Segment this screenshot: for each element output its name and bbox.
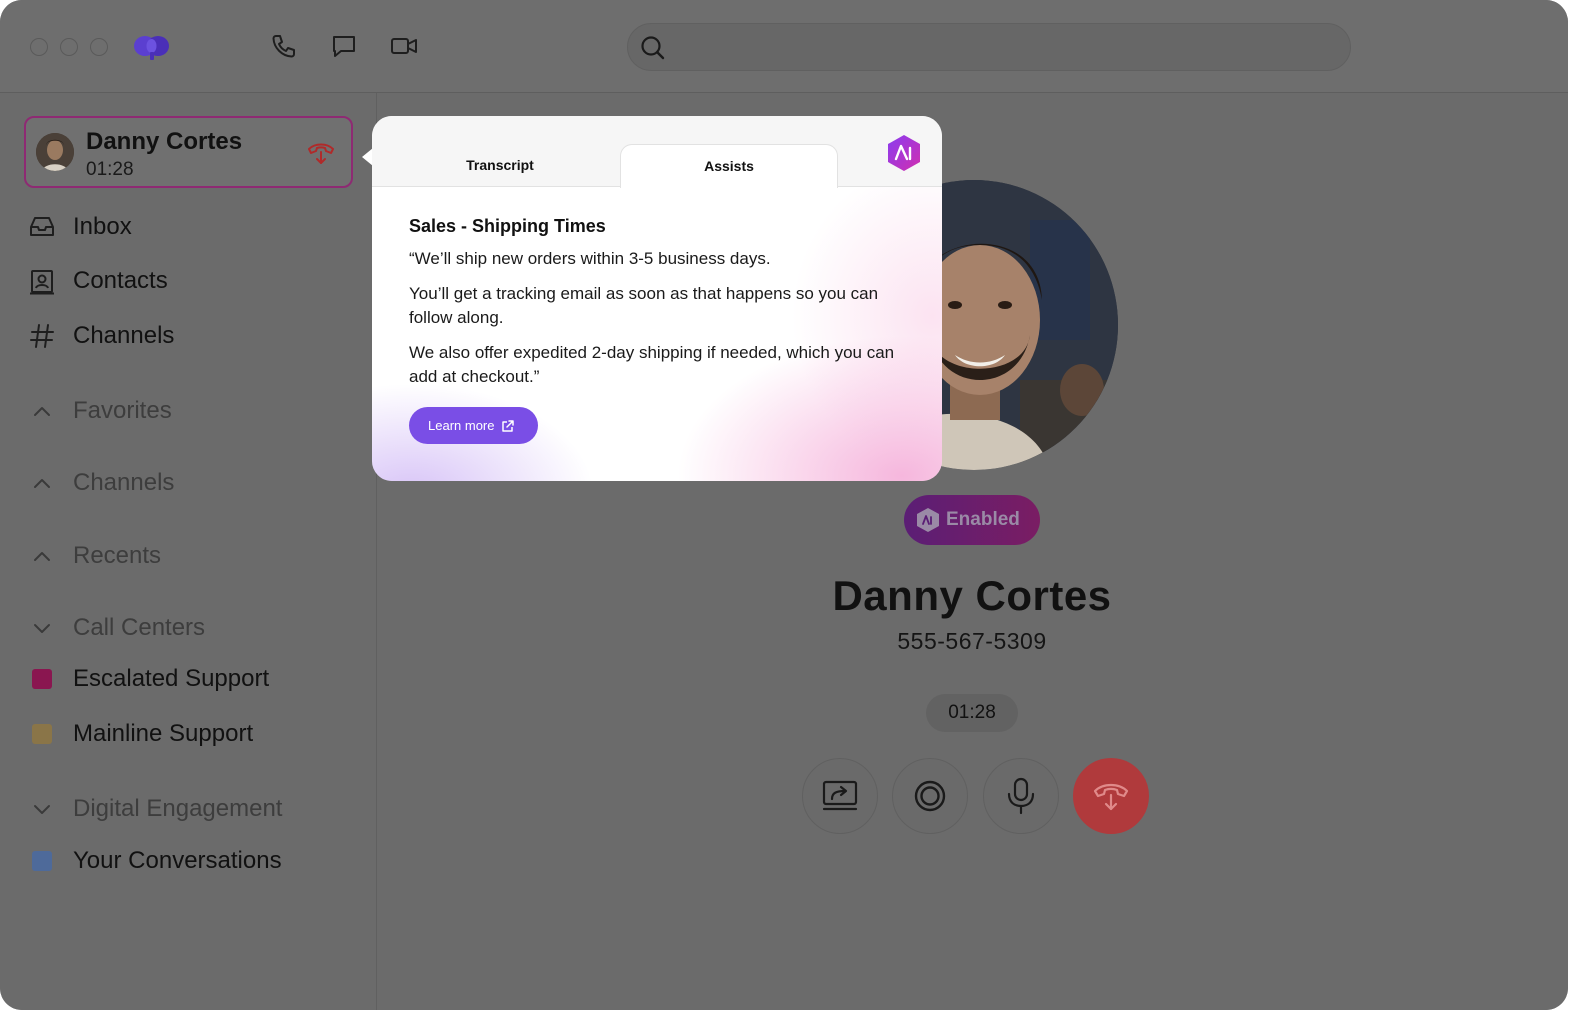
assist-title: Sales - Shipping Times	[409, 216, 606, 236]
microphone-icon	[1007, 777, 1035, 815]
sidebar-item-label: Escalated Support	[73, 665, 270, 692]
record-icon	[914, 780, 946, 812]
section-label: Channels	[73, 469, 175, 496]
inbox-icon	[28, 213, 56, 241]
sidebar-item-inbox[interactable]: Inbox	[28, 211, 132, 243]
chevron-down-icon	[30, 622, 54, 634]
caller-avatar	[36, 133, 74, 171]
popover-tabs: Transcript Assists	[372, 116, 942, 188]
screen-share-button[interactable]	[802, 758, 878, 834]
mute-button[interactable]	[983, 758, 1059, 834]
status-badge-label: Enabled	[946, 509, 1020, 530]
app-logo-icon	[134, 36, 169, 60]
section-favorites[interactable]: Favorites	[30, 395, 172, 427]
section-label: Favorites	[73, 397, 172, 424]
chevron-up-icon	[30, 477, 54, 489]
title-bar	[0, 0, 1568, 93]
app-window: Danny Cortes 01:28 Inbox Contacts Channe…	[0, 0, 1568, 1010]
assist-paragraph: “We’ll ship new orders within 3-5 busine…	[409, 249, 771, 268]
active-call-card[interactable]: Danny Cortes 01:28	[24, 116, 353, 188]
learn-more-button[interactable]: Learn more	[409, 407, 538, 444]
caller-phone-number: 555-567-5309	[897, 628, 1047, 654]
status-badge: Enabled	[904, 495, 1040, 545]
sidebar-item-label: Channels	[73, 322, 175, 349]
chevron-down-icon	[30, 803, 54, 815]
window-minimize-button[interactable]	[60, 38, 78, 56]
hang-up-icon	[1093, 783, 1129, 811]
color-swatch	[32, 669, 52, 689]
chevron-up-icon	[30, 550, 54, 562]
sidebar-item-escalated-support[interactable]: Escalated Support	[32, 663, 269, 695]
video-icon[interactable]	[390, 32, 418, 60]
sidebar: Danny Cortes 01:28 Inbox Contacts Channe…	[0, 93, 377, 1010]
search-icon	[641, 36, 665, 60]
ai-assistant-icon[interactable]	[886, 134, 922, 172]
hang-up-icon[interactable]	[306, 140, 336, 168]
sidebar-item-label: Contacts	[73, 267, 168, 294]
section-label: Digital Engagement	[73, 795, 283, 822]
record-button[interactable]	[892, 758, 968, 834]
chat-icon[interactable]	[330, 32, 358, 60]
sidebar-item-contacts[interactable]: Contacts	[28, 265, 168, 297]
end-call-button[interactable]	[1073, 758, 1149, 834]
external-link-icon	[502, 419, 515, 432]
section-label: Recents	[73, 542, 162, 569]
screen-share-icon	[822, 780, 858, 811]
sidebar-item-your-conversations[interactable]: Your Conversations	[32, 845, 282, 877]
ai-hexagon-icon	[917, 508, 939, 532]
sidebar-item-label: Mainline Support	[73, 720, 254, 747]
sidebar-item-mainline-support[interactable]: Mainline Support	[32, 718, 253, 750]
section-label: Call Centers	[73, 614, 206, 641]
section-digital-engagement[interactable]: Digital Engagement	[30, 793, 282, 825]
caller-name: Danny Cortes	[832, 572, 1112, 619]
chevron-up-icon	[30, 405, 54, 417]
active-call-name: Danny Cortes	[86, 128, 243, 155]
hash-icon	[28, 322, 56, 350]
assist-popover: Transcript Assists Sales - Shipping Time…	[372, 116, 942, 481]
contacts-icon	[28, 267, 56, 295]
phone-icon[interactable]	[270, 32, 298, 60]
tab-assists[interactable]: Assists	[620, 144, 838, 188]
assist-paragraph: You’ll get a tracking email as soon as t…	[409, 284, 879, 327]
active-call-duration: 01:28	[86, 159, 134, 180]
window-close-button[interactable]	[30, 38, 48, 56]
color-swatch	[32, 851, 52, 871]
assist-paragraph: We also offer expedited 2-day shipping i…	[409, 343, 895, 386]
sidebar-item-label: Inbox	[73, 213, 132, 240]
sidebar-item-channels[interactable]: Channels	[28, 320, 174, 352]
window-zoom-button[interactable]	[90, 38, 108, 56]
search-bar[interactable]	[627, 23, 1351, 71]
section-recents[interactable]: Recents	[30, 540, 161, 572]
sidebar-item-label: Your Conversations	[73, 847, 282, 874]
learn-more-label: Learn more	[428, 418, 495, 433]
tab-transcript[interactable]: Transcript	[383, 144, 617, 186]
section-channels[interactable]: Channels	[30, 467, 174, 499]
section-call-centers[interactable]: Call Centers	[30, 612, 205, 644]
color-swatch	[32, 724, 52, 744]
call-timer: 01:28	[926, 694, 1018, 732]
